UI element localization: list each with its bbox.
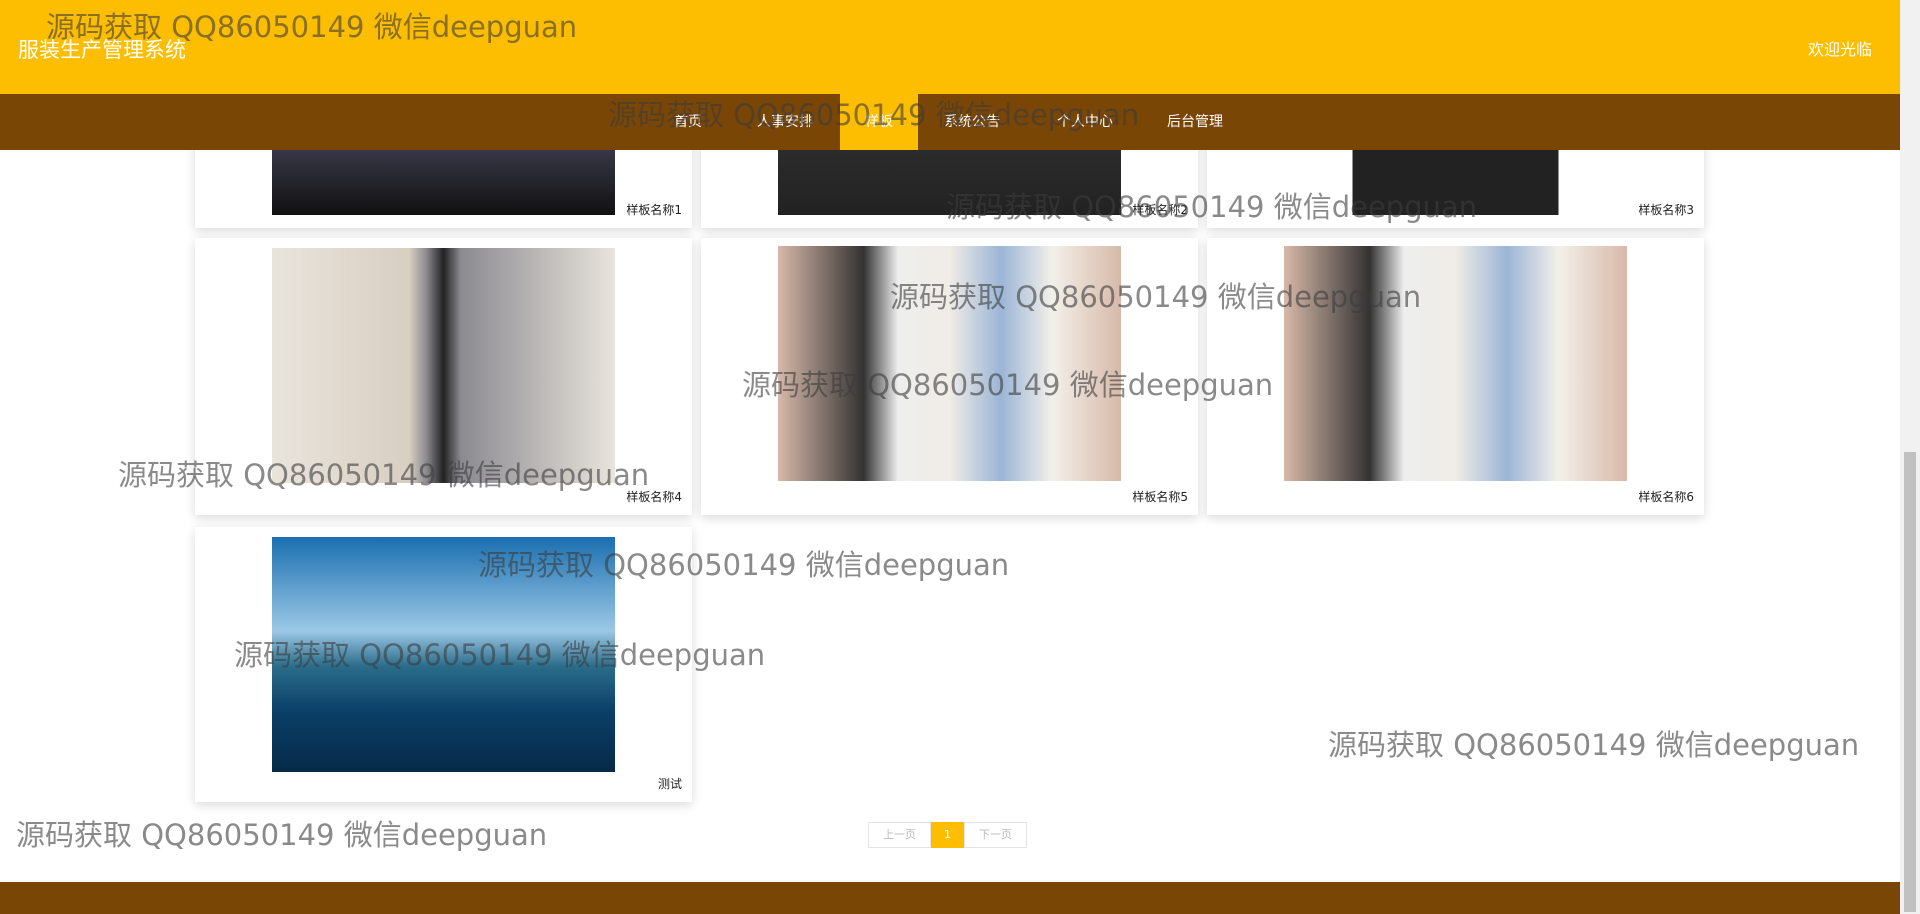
sample-card[interactable]: 样板名称6 [1207, 238, 1704, 515]
nav-announcements[interactable]: 系统公告 [932, 94, 1012, 150]
footer [0, 882, 1900, 914]
nav-profile[interactable]: 个人中心 [1045, 94, 1125, 150]
sample-card[interactable]: 样板名称4 [195, 238, 692, 515]
sample-image [272, 248, 615, 483]
sample-name: 样板名称5 [1132, 490, 1188, 504]
next-page-button[interactable]: 下一页 [964, 822, 1027, 848]
sample-card[interactable]: 样板名称5 [701, 238, 1198, 515]
welcome-text: 欢迎光临 [1807, 40, 1872, 59]
site-title: 服装生产管理系统 [18, 38, 186, 62]
nav-home[interactable]: 首页 [649, 94, 727, 150]
watermark: 源码获取 QQ86050149 微信deepguan [1328, 728, 1860, 762]
scrollbar-thumb[interactable] [1904, 452, 1916, 912]
scrollbar[interactable] [1900, 0, 1920, 914]
sample-name: 样板名称1 [626, 203, 682, 217]
sample-name: 样板名称3 [1638, 203, 1694, 217]
watermark: 源码获取 QQ86050149 微信deepguan [16, 818, 548, 852]
pagination: 上一页 1 下一页 [868, 822, 1027, 848]
nav-admin[interactable]: 后台管理 [1155, 94, 1235, 150]
sample-card[interactable]: 测试 [195, 527, 692, 802]
nav-samples[interactable]: 样板 [840, 94, 918, 150]
prev-page-button[interactable]: 上一页 [868, 822, 931, 848]
header: 服装生产管理系统 欢迎光临 [0, 0, 1900, 94]
page-1-button[interactable]: 1 [931, 822, 964, 848]
nav-bar: 首页 人事安排 样板 系统公告 个人中心 后台管理 [0, 94, 1900, 150]
nav-personnel[interactable]: 人事安排 [746, 94, 824, 150]
sample-image [272, 537, 615, 772]
sample-name: 样板名称6 [1638, 490, 1694, 504]
sample-image [778, 246, 1121, 481]
sample-name: 样板名称4 [626, 490, 682, 504]
sample-image [1284, 246, 1627, 481]
sample-name: 样板名称2 [1132, 203, 1188, 217]
sample-name: 测试 [657, 777, 682, 791]
